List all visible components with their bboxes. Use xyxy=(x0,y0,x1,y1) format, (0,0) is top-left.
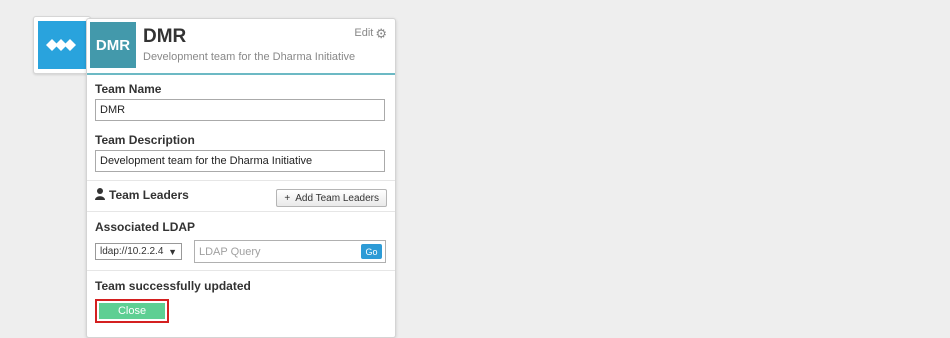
team-card: DMR DMR Development team for the Dharma … xyxy=(86,18,396,338)
person-icon xyxy=(95,188,105,200)
close-button[interactable]: Close xyxy=(99,303,165,319)
caret-down-icon: ▼ xyxy=(168,246,177,257)
go-button[interactable]: Go xyxy=(361,244,382,259)
edit-label: Edit xyxy=(354,27,374,39)
plus-icon: + xyxy=(284,192,291,204)
divider xyxy=(87,211,395,212)
app-logo xyxy=(38,21,86,69)
team-title: DMR xyxy=(143,26,187,47)
divider xyxy=(87,180,395,181)
team-description-label: Team Description xyxy=(95,133,195,147)
add-team-leaders-button[interactable]: + Add Team Leaders xyxy=(276,189,387,207)
team-name-label: Team Name xyxy=(95,82,162,96)
team-subtitle: Development team for the Dharma Initiati… xyxy=(143,51,356,63)
add-team-leaders-label: Add Team Leaders xyxy=(295,192,379,204)
associated-ldap-label: Associated LDAP xyxy=(95,220,196,234)
app-logo-tile[interactable] xyxy=(33,16,91,74)
edit-button[interactable]: Edit ⚙ xyxy=(354,27,387,40)
ldap-server-value: ldap://10.2.2.4 xyxy=(100,246,164,257)
team-card-header: DMR DMR Development team for the Dharma … xyxy=(87,19,395,75)
close-button-highlight: Close xyxy=(95,299,169,323)
ldap-query-box: Go xyxy=(194,240,386,263)
status-message: Team successfully updated xyxy=(95,279,251,293)
team-leaders-label: Team Leaders xyxy=(109,188,189,202)
team-description-input[interactable] xyxy=(95,150,385,172)
team-avatar: DMR xyxy=(90,22,136,68)
divider xyxy=(87,270,395,271)
ldap-server-select[interactable]: ldap://10.2.2.4 ▼ xyxy=(95,243,182,260)
chevron-arrows-logo-icon xyxy=(46,39,76,51)
gear-icon[interactable]: ⚙ xyxy=(375,27,387,40)
ldap-query-input[interactable] xyxy=(195,241,363,262)
team-leaders-heading: Team Leaders xyxy=(95,188,189,202)
team-name-input[interactable] xyxy=(95,99,385,121)
